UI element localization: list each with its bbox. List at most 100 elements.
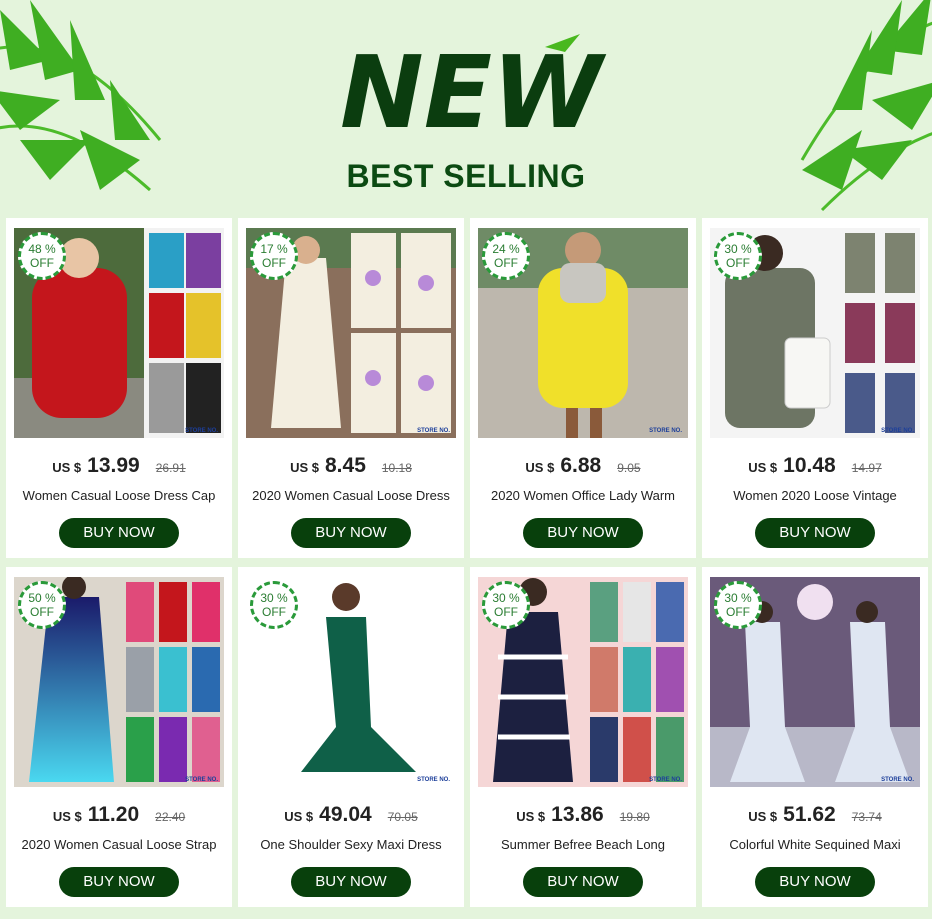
currency-label: US $ bbox=[290, 460, 319, 475]
price-row: US $ 51.62 73.74 bbox=[702, 803, 928, 827]
badge-percent: 30 % bbox=[724, 591, 752, 605]
badge-percent: 50 % bbox=[28, 591, 56, 605]
product-card-3[interactable]: 24 % OFF STORE NO. US $ 6.88 9.05 2020 Wome… bbox=[470, 218, 696, 558]
badge-off-label: OFF bbox=[262, 256, 286, 270]
product-name[interactable]: Summer Befree Beach Long bbox=[474, 837, 692, 852]
original-price: 22.40 bbox=[155, 810, 186, 824]
product-photo[interactable]: 24 % OFF STORE NO. bbox=[478, 228, 688, 438]
current-price: 10.48 bbox=[783, 454, 836, 477]
current-price: 13.99 bbox=[87, 454, 140, 477]
product-card-2[interactable]: 17 % OFF STORE NO. US $ 8.45 10.18 2020 Wom… bbox=[238, 218, 464, 558]
currency-label: US $ bbox=[284, 809, 314, 824]
product-card-8[interactable]: 30 % OFF STORE NO. US $ 51.62 73.74 Colorfu… bbox=[702, 567, 928, 907]
product-card-7[interactable]: 30 % OFF STORE NO. US $ 13.86 19.80 Summer … bbox=[470, 567, 696, 907]
store-watermark: STORE NO. bbox=[881, 428, 914, 434]
product-card-5[interactable]: 50 % OFF STORE NO. US $ 11.20 22.40 2020 Wo… bbox=[6, 567, 232, 907]
buy-now-button[interactable]: BUY NOW bbox=[291, 518, 411, 548]
product-photo[interactable]: 50 % OFF STORE NO. bbox=[14, 577, 224, 787]
current-price: 13.86 bbox=[551, 803, 604, 826]
product-name[interactable]: Women Casual Loose Dress Cap bbox=[10, 488, 228, 503]
store-watermark: STORE NO. bbox=[881, 777, 914, 783]
discount-badge: 30 % OFF bbox=[482, 581, 530, 629]
currency-label: US $ bbox=[525, 460, 555, 475]
store-watermark: STORE NO. bbox=[417, 428, 450, 434]
badge-off-label: OFF bbox=[494, 256, 518, 270]
page-title: BEST SELLING bbox=[346, 158, 586, 194]
product-photo[interactable]: 30 % OFF STORE NO. bbox=[478, 577, 688, 787]
buy-now-button[interactable]: BUY NOW bbox=[523, 518, 643, 548]
original-price: 19.80 bbox=[619, 810, 650, 824]
badge-percent: 48 % bbox=[28, 242, 56, 256]
badge-off-label: OFF bbox=[262, 605, 286, 619]
product-name[interactable]: 2020 Women Casual Loose Dress bbox=[242, 488, 460, 503]
store-watermark: STORE NO. bbox=[649, 777, 682, 783]
badge-percent: 30 % bbox=[260, 591, 288, 605]
original-price: 10.18 bbox=[381, 461, 412, 475]
svg-text:NEW: NEW bbox=[340, 34, 607, 151]
badge-off-label: OFF bbox=[726, 605, 750, 619]
store-watermark: STORE NO. bbox=[185, 777, 218, 783]
product-photo[interactable]: 17 % OFF STORE NO. bbox=[246, 228, 456, 438]
buy-now-button[interactable]: BUY NOW bbox=[755, 518, 875, 548]
product-name[interactable]: 2020 Women Office Lady Warm bbox=[474, 488, 692, 503]
product-name[interactable]: Colorful White Sequined Maxi bbox=[706, 837, 924, 852]
discount-badge: 17 % OFF bbox=[250, 232, 298, 280]
badge-percent: 30 % bbox=[492, 591, 520, 605]
original-price: 70.05 bbox=[387, 810, 418, 824]
discount-badge: 50 % OFF bbox=[18, 581, 66, 629]
discount-badge: 30 % OFF bbox=[714, 581, 762, 629]
new-logo: NEW bbox=[340, 34, 607, 151]
badge-off-label: OFF bbox=[30, 605, 54, 619]
original-price: 26.91 bbox=[155, 461, 186, 475]
price-row: US $ 10.48 14.97 bbox=[702, 454, 928, 478]
price-row: US $ 49.04 70.05 bbox=[238, 803, 464, 827]
product-photo[interactable]: 48 % OFF STORE NO. bbox=[14, 228, 224, 438]
current-price: 51.62 bbox=[783, 803, 836, 826]
product-photo[interactable]: 30 % OFF STORE NO. bbox=[710, 228, 920, 438]
product-name[interactable]: 2020 Women Casual Loose Strap bbox=[10, 837, 228, 852]
current-price: 11.20 bbox=[87, 803, 140, 826]
product-card-6[interactable]: 30 % OFF STORE NO. US $ 49.04 70.05 One Sho… bbox=[238, 567, 464, 907]
buy-now-button[interactable]: BUY NOW bbox=[59, 518, 179, 548]
price-row: US $ 11.20 22.40 bbox=[6, 803, 232, 827]
currency-label: US $ bbox=[516, 809, 546, 824]
buy-now-button[interactable]: BUY NOW bbox=[523, 867, 643, 897]
current-price: 49.04 bbox=[319, 803, 372, 826]
price-row: US $ 6.88 9.05 bbox=[470, 454, 696, 478]
original-price: 14.97 bbox=[851, 461, 882, 475]
buy-now-button[interactable]: BUY NOW bbox=[59, 867, 179, 897]
current-price: 6.88 bbox=[560, 454, 602, 477]
discount-badge: 30 % OFF bbox=[714, 232, 762, 280]
discount-badge: 48 % OFF bbox=[18, 232, 66, 280]
badge-percent: 24 % bbox=[492, 242, 520, 256]
discount-badge: 30 % OFF bbox=[250, 581, 298, 629]
badge-off-label: OFF bbox=[30, 256, 54, 270]
currency-label: US $ bbox=[52, 460, 82, 475]
badge-percent: 30 % bbox=[724, 242, 752, 256]
store-watermark: STORE NO. bbox=[185, 428, 218, 434]
price-row: US $ 13.99 26.91 bbox=[6, 454, 232, 478]
currency-label: US $ bbox=[748, 809, 778, 824]
original-price: 9.05 bbox=[617, 461, 641, 475]
page-header: NEW BEST SELLING bbox=[0, 0, 932, 215]
currency-label: US $ bbox=[52, 809, 82, 824]
price-row: US $ 8.45 10.18 bbox=[238, 454, 464, 478]
badge-off-label: OFF bbox=[726, 256, 750, 270]
product-photo[interactable]: 30 % OFF STORE NO. bbox=[710, 577, 920, 787]
buy-now-button[interactable]: BUY NOW bbox=[755, 867, 875, 897]
badge-off-label: OFF bbox=[494, 605, 518, 619]
current-price: 8.45 bbox=[325, 454, 366, 477]
buy-now-button[interactable]: BUY NOW bbox=[291, 867, 411, 897]
discount-badge: 24 % OFF bbox=[482, 232, 530, 280]
product-name[interactable]: One Shoulder Sexy Maxi Dress bbox=[242, 837, 460, 852]
product-card-4[interactable]: 30 % OFF STORE NO. US $ 10.48 14.97 Women 2… bbox=[702, 218, 928, 558]
original-price: 73.74 bbox=[851, 810, 882, 824]
badge-percent: 17 % bbox=[260, 242, 288, 256]
currency-label: US $ bbox=[748, 460, 778, 475]
product-name[interactable]: Women 2020 Loose Vintage bbox=[706, 488, 924, 503]
product-photo[interactable]: 30 % OFF STORE NO. bbox=[246, 577, 456, 787]
store-watermark: STORE NO. bbox=[649, 428, 682, 434]
store-watermark: STORE NO. bbox=[417, 777, 450, 783]
product-card-1[interactable]: 48 % OFF STORE NO. US $ 13.99 26.91 Women C… bbox=[6, 218, 232, 558]
price-row: US $ 13.86 19.80 bbox=[470, 803, 696, 827]
